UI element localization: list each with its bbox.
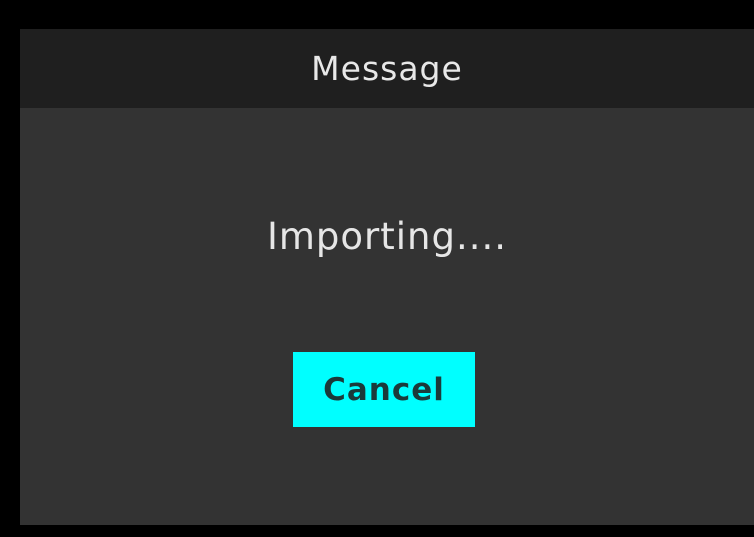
- screen-background: Message Importing.... Cancel: [0, 0, 754, 537]
- status-message: Importing....: [266, 215, 508, 258]
- dialog-title: Message: [311, 49, 463, 88]
- dialog-titlebar: Message: [20, 29, 754, 108]
- message-dialog: Message Importing.... Cancel: [20, 29, 754, 525]
- cancel-button[interactable]: Cancel: [293, 352, 475, 427]
